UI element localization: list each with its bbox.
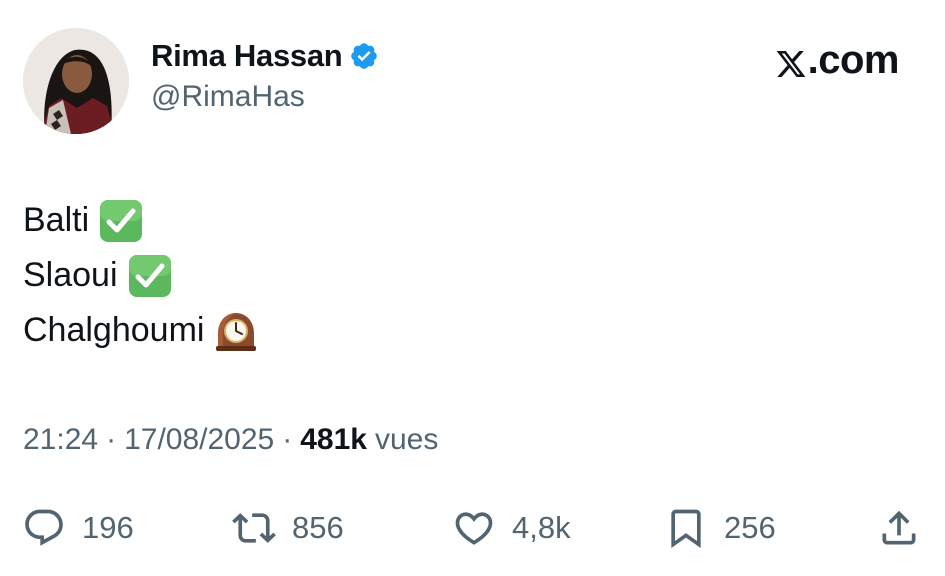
x-logo-icon bbox=[775, 45, 807, 77]
repost-icon bbox=[232, 513, 276, 543]
reply-icon bbox=[25, 509, 63, 546]
bookmark-button[interactable]: 256 bbox=[664, 500, 776, 556]
tweet-line: Slaoui bbox=[23, 248, 259, 303]
author-handle[interactable]: @RimaHas bbox=[151, 80, 305, 114]
verified-badge-icon bbox=[349, 41, 379, 71]
repost-count: 856 bbox=[292, 510, 344, 545]
author-name-row[interactable]: Rima Hassan bbox=[151, 38, 379, 74]
share-button[interactable] bbox=[877, 500, 921, 556]
meta-separator: · bbox=[282, 423, 293, 456]
mantelpiece-clock-emoji bbox=[213, 308, 259, 354]
views-label: vues bbox=[374, 423, 439, 456]
action-bar: 196 856 4,8k 256 bbox=[0, 500, 945, 556]
repost-button[interactable]: 856 bbox=[232, 500, 344, 556]
reply-button[interactable]: 196 bbox=[22, 500, 134, 556]
brand-logo: .com bbox=[775, 38, 900, 83]
check-mark-button-emoji bbox=[127, 253, 173, 299]
bookmark-count: 256 bbox=[724, 510, 776, 545]
tweet-line-text: Chalghoumi bbox=[23, 311, 205, 349]
meta-separator: · bbox=[106, 423, 117, 456]
author-display-name[interactable]: Rima Hassan bbox=[151, 38, 343, 74]
tweet-line-text: Slaoui bbox=[23, 256, 118, 294]
tweet-text: Balti Slaoui Chalghoumi bbox=[23, 193, 259, 358]
avatar[interactable] bbox=[23, 28, 129, 134]
tweet-line: Balti bbox=[23, 193, 259, 248]
heart-icon bbox=[455, 512, 493, 545]
brand-label: .com bbox=[807, 38, 900, 82]
bookmark-icon bbox=[671, 509, 701, 549]
check-mark-button-emoji bbox=[98, 198, 144, 244]
avatar-image bbox=[23, 28, 129, 134]
like-count: 4,8k bbox=[512, 510, 571, 545]
tweet-date[interactable]: 17/08/2025 bbox=[124, 423, 274, 457]
share-icon bbox=[882, 510, 916, 545]
views-count: 481k bbox=[300, 423, 367, 456]
tweet-line-text: Balti bbox=[23, 201, 90, 239]
tweet-time[interactable]: 21:24 bbox=[23, 423, 98, 457]
tweet-line: Chalghoumi bbox=[23, 303, 259, 358]
reply-count: 196 bbox=[82, 510, 134, 545]
tweet-meta: 21:24 · 17/08/2025 · 481k vues bbox=[23, 423, 438, 457]
like-button[interactable]: 4,8k bbox=[452, 500, 571, 556]
